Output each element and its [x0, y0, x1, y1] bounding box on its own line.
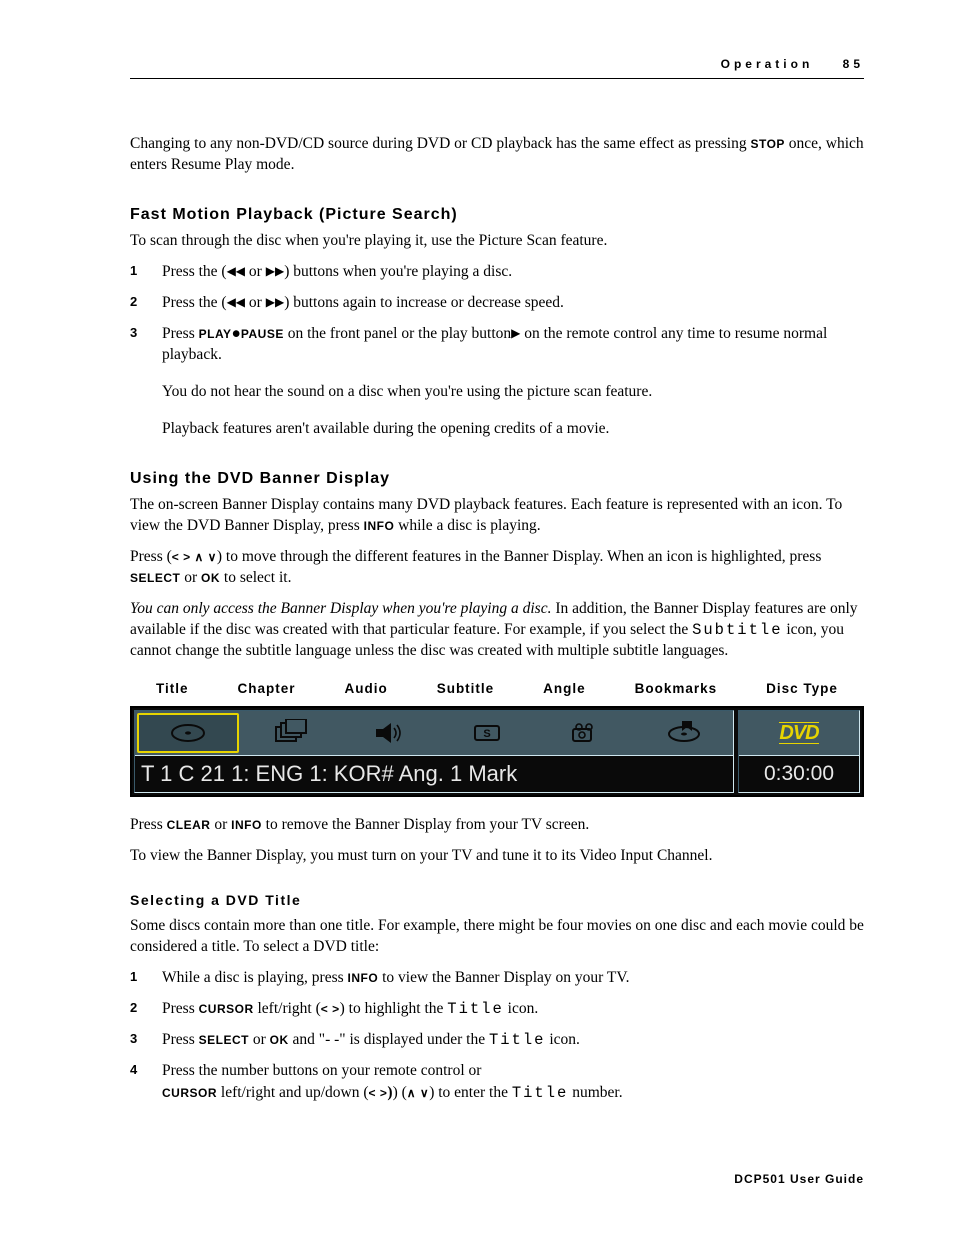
- audio-icon: [340, 715, 438, 751]
- banner-after-1: Press CLEAR or INFO to remove the Banner…: [130, 815, 864, 836]
- fast-step-2: Press the (◀◀ or ▶▶) buttons again to in…: [162, 293, 864, 314]
- fast-heading: Fast Motion Playback (Picture Search): [130, 204, 864, 226]
- banner-display: S T 1 C 21 1: ENG 1: KOR# Ang. 1 Mark DV…: [130, 706, 864, 797]
- selecting-lead: Some discs contain more than one title. …: [130, 916, 864, 958]
- chapter-icon: [241, 715, 339, 751]
- subtitle-icon: S: [438, 715, 536, 751]
- banner-column-labels: Title Chapter Audio Subtitle Angle Bookm…: [156, 680, 838, 698]
- banner-text-row: T 1 C 21 1: ENG 1: KOR# Ang. 1 Mark: [135, 756, 733, 792]
- banner-time: 0:30:00: [739, 756, 859, 792]
- angle-icon: [536, 715, 634, 751]
- disc-type-icon: DVD: [739, 711, 859, 756]
- selecting-step-2: Press CURSOR left/right (< >) to highlig…: [162, 999, 864, 1020]
- bookmarks-icon: [635, 715, 733, 751]
- step-num: 1: [130, 262, 162, 283]
- fast-step-1: Press the (◀◀ or ▶▶) buttons when you're…: [162, 262, 864, 283]
- step-num: 3: [130, 324, 162, 440]
- step-num: 1: [130, 968, 162, 989]
- step-num: 2: [130, 293, 162, 314]
- selecting-step-3: Press SELECT or OK and "- -" is displaye…: [162, 1030, 864, 1051]
- banner-p3: You can only access the Banner Display w…: [130, 599, 864, 662]
- title-icon: [137, 713, 239, 753]
- banner-p2: Press (< > ∧ ∨) to move through the diff…: [130, 547, 864, 589]
- step-num: 3: [130, 1030, 162, 1051]
- header-rule: [130, 78, 864, 79]
- intro-para: Changing to any non-DVD/CD source during…: [130, 134, 864, 176]
- fast-step-3: Press PLAY●PAUSE on the front panel or t…: [162, 324, 864, 440]
- footer-guide: DCP501 User Guide: [734, 1171, 864, 1187]
- selecting-step-4: Press the number buttons on your remote …: [162, 1061, 864, 1105]
- page-header: Operation 85: [721, 56, 864, 72]
- step-num: 2: [130, 999, 162, 1020]
- selecting-heading: Selecting a DVD Title: [130, 891, 864, 910]
- svg-text:S: S: [483, 728, 490, 740]
- fast-lead: To scan through the disc when you're pla…: [130, 231, 864, 252]
- step-num: 4: [130, 1061, 162, 1105]
- banner-heading: Using the DVD Banner Display: [130, 468, 864, 490]
- banner-p1: The on-screen Banner Display contains ma…: [130, 495, 864, 537]
- banner-after-2: To view the Banner Display, you must tur…: [130, 846, 864, 867]
- selecting-step-1: While a disc is playing, press INFO to v…: [162, 968, 864, 989]
